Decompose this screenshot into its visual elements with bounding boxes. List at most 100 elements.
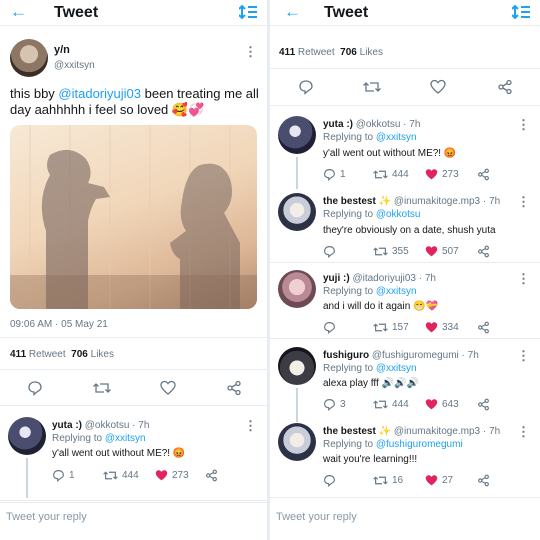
retweet-icon[interactable] xyxy=(373,245,388,258)
like-label[interactable]: Likes xyxy=(91,349,114,360)
reply-action[interactable]: 1 xyxy=(52,469,75,482)
reply-name[interactable]: yuta :) xyxy=(52,420,82,431)
like-action[interactable]: 273 xyxy=(155,469,189,482)
share-icon[interactable] xyxy=(497,79,513,95)
reply-action[interactable] xyxy=(323,474,340,487)
share-icon[interactable] xyxy=(477,474,490,487)
back-arrow-icon[interactable]: ← xyxy=(284,2,301,22)
retweet-label[interactable]: Retweet xyxy=(298,47,335,58)
more-options-icon[interactable]: ⋮ xyxy=(244,44,257,60)
replying-mention[interactable]: @fushiguromegumi xyxy=(376,439,463,450)
reply-handle[interactable]: @fushiguromegumi · 7h xyxy=(372,350,479,361)
like-icon[interactable] xyxy=(430,79,446,95)
replying-mention[interactable]: @okkotsu xyxy=(376,209,421,220)
reply-action[interactable] xyxy=(323,245,340,258)
reply-composer[interactable]: Tweet your reply xyxy=(270,497,540,540)
sparkle-sort-icon[interactable] xyxy=(512,4,530,20)
liked-heart-icon[interactable] xyxy=(425,245,438,258)
avatar[interactable] xyxy=(8,417,46,455)
more-options-icon[interactable]: ⋮ xyxy=(517,348,530,364)
share-icon[interactable] xyxy=(477,398,490,411)
liked-heart-icon[interactable] xyxy=(425,398,438,411)
retweet-action[interactable]: 444 xyxy=(373,398,409,411)
replying-mention[interactable]: @xxitsyn xyxy=(376,132,417,143)
reply-action[interactable] xyxy=(323,321,340,334)
like-action[interactable]: 273 xyxy=(425,168,459,181)
share-icon[interactable] xyxy=(477,245,490,258)
liked-heart-icon[interactable] xyxy=(425,168,438,181)
replying-mention[interactable]: @xxitsyn xyxy=(105,433,146,444)
avatar[interactable] xyxy=(10,39,48,77)
share-icon[interactable] xyxy=(477,168,490,181)
reply-handle[interactable]: @okkotsu · 7h xyxy=(356,119,421,130)
retweet-count[interactable]: 411 xyxy=(10,349,26,360)
avatar[interactable] xyxy=(278,270,316,308)
reply-action[interactable]: 3 xyxy=(323,398,346,411)
author-name[interactable]: y/n xyxy=(54,44,70,56)
reply-icon[interactable] xyxy=(52,469,65,482)
retweet-icon[interactable] xyxy=(373,168,388,181)
reply-composer[interactable]: Tweet your reply xyxy=(0,502,267,540)
sparkle-sort-icon[interactable] xyxy=(239,4,257,20)
avatar[interactable] xyxy=(278,347,316,385)
reply-name[interactable]: yuta :) xyxy=(323,119,353,130)
replying-mention[interactable]: @xxitsyn xyxy=(376,363,417,374)
reply-name[interactable]: yuji :) xyxy=(323,273,350,284)
retweet-icon[interactable] xyxy=(373,321,388,334)
back-arrow-icon[interactable]: ← xyxy=(10,2,27,22)
more-options-icon[interactable]: ⋮ xyxy=(517,271,530,287)
reply-icon[interactable] xyxy=(323,168,336,181)
like-icon[interactable] xyxy=(160,380,176,396)
author-handle[interactable]: @xxitsyn xyxy=(54,60,95,71)
retweet-action[interactable]: 444 xyxy=(373,168,409,181)
reply-icon[interactable] xyxy=(298,79,314,95)
retweet-icon[interactable] xyxy=(373,398,388,411)
reply-name[interactable]: fushiguro xyxy=(323,350,369,361)
reply-input[interactable]: Tweet your reply xyxy=(6,511,87,523)
more-options-icon[interactable]: ⋮ xyxy=(244,418,257,434)
mention-link[interactable]: @itadoriyuji03 xyxy=(58,86,141,101)
reply-icon[interactable] xyxy=(323,245,336,258)
reply-action[interactable]: 1 xyxy=(323,168,346,181)
reply-icon[interactable] xyxy=(323,398,336,411)
liked-heart-icon[interactable] xyxy=(425,321,438,334)
avatar[interactable] xyxy=(278,423,316,461)
more-options-icon[interactable]: ⋮ xyxy=(517,424,530,440)
retweet-action[interactable]: 157 xyxy=(373,321,409,334)
retweet-icon[interactable] xyxy=(363,79,381,95)
reply-name[interactable]: the bestest ✨ xyxy=(323,426,391,437)
like-action[interactable]: 643 xyxy=(425,398,459,411)
retweet-action[interactable]: 444 xyxy=(103,469,139,482)
retweet-action[interactable]: 16 xyxy=(373,474,403,487)
reply-icon[interactable] xyxy=(323,321,336,334)
more-options-icon[interactable]: ⋮ xyxy=(517,117,530,133)
like-count[interactable]: 706 xyxy=(340,47,357,58)
share-icon[interactable] xyxy=(226,380,242,396)
tweet-photo[interactable] xyxy=(10,125,257,309)
reply-handle[interactable]: @inumakitoge.mp3 · 7h xyxy=(394,196,500,207)
reply-icon[interactable] xyxy=(323,474,336,487)
like-action[interactable]: 507 xyxy=(425,245,459,258)
like-action[interactable]: 27 xyxy=(425,474,453,487)
reply-handle[interactable]: @itadoriyuji03 · 7h xyxy=(352,273,436,284)
like-count[interactable]: 706 xyxy=(71,349,88,360)
liked-heart-icon[interactable] xyxy=(425,474,438,487)
retweet-count[interactable]: 411 xyxy=(279,47,295,58)
reply-handle[interactable]: @inumakitoge.mp3 · 7h xyxy=(394,426,500,437)
reply-handle[interactable]: @okkotsu · 7h xyxy=(85,420,150,431)
reply-name[interactable]: the bestest ✨ xyxy=(323,196,391,207)
retweet-label[interactable]: Retweet xyxy=(29,349,66,360)
replying-mention[interactable]: @xxitsyn xyxy=(376,286,417,297)
more-options-icon[interactable]: ⋮ xyxy=(517,194,530,210)
avatar[interactable] xyxy=(278,116,316,154)
retweet-action[interactable]: 355 xyxy=(373,245,409,258)
like-action[interactable]: 334 xyxy=(425,321,459,334)
retweet-icon[interactable] xyxy=(373,474,388,487)
avatar[interactable] xyxy=(278,193,316,231)
liked-heart-icon[interactable] xyxy=(155,469,168,482)
reply-input[interactable]: Tweet your reply xyxy=(276,511,357,523)
retweet-icon[interactable] xyxy=(103,469,118,482)
reply-icon[interactable] xyxy=(27,380,43,396)
retweet-icon[interactable] xyxy=(93,380,111,396)
share-icon[interactable] xyxy=(477,321,490,334)
